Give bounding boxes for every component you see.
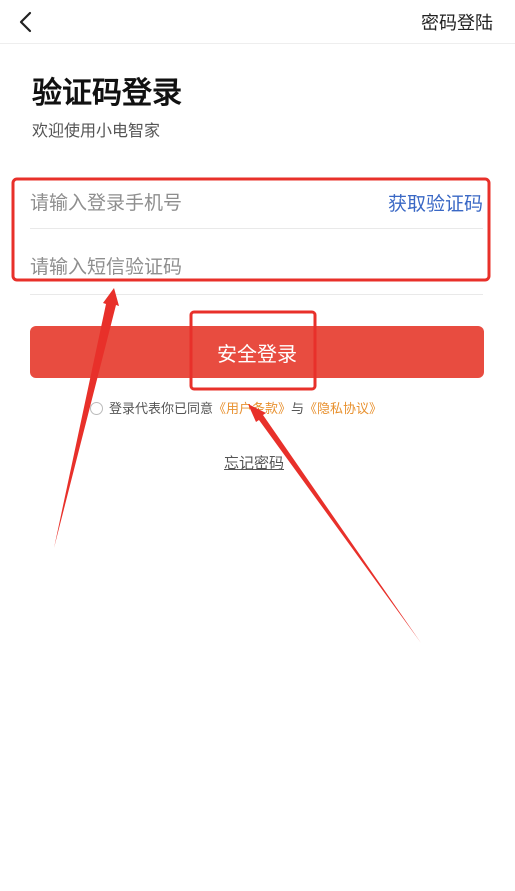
get-code-button[interactable]: 获取验证码 <box>388 189 483 216</box>
agreement-line: 登录代表你已同意《用户条款》与《隐私协议》 <box>90 398 382 417</box>
sms-code-input[interactable] <box>30 239 483 294</box>
password-login-link[interactable]: 密码登陆 <box>421 9 493 35</box>
top-bar: 密码登陆 <box>0 0 515 44</box>
agreement-radio[interactable] <box>90 402 103 415</box>
code-row <box>30 229 483 295</box>
phone-input[interactable] <box>30 177 370 228</box>
page-title: 验证码登录 <box>32 76 182 111</box>
page-subtitle: 欢迎使用小电智家 <box>32 121 161 140</box>
forgot-password-link[interactable]: 忘记密码 <box>224 452 284 473</box>
chevron-left-icon[interactable] <box>10 6 42 38</box>
agreement-connector: 与 <box>291 402 305 417</box>
phone-row: 获取验证码 <box>30 177 483 229</box>
annotation-arrow-right <box>248 404 421 643</box>
terms-link[interactable]: 《用户条款》 <box>213 402 291 417</box>
agreement-prefix: 登录代表你已同意 <box>109 402 214 417</box>
privacy-link[interactable]: 《隐私协议》 <box>304 402 382 417</box>
secure-login-button[interactable]: 安全登录 <box>30 326 484 378</box>
login-form: 获取验证码 <box>30 177 483 295</box>
